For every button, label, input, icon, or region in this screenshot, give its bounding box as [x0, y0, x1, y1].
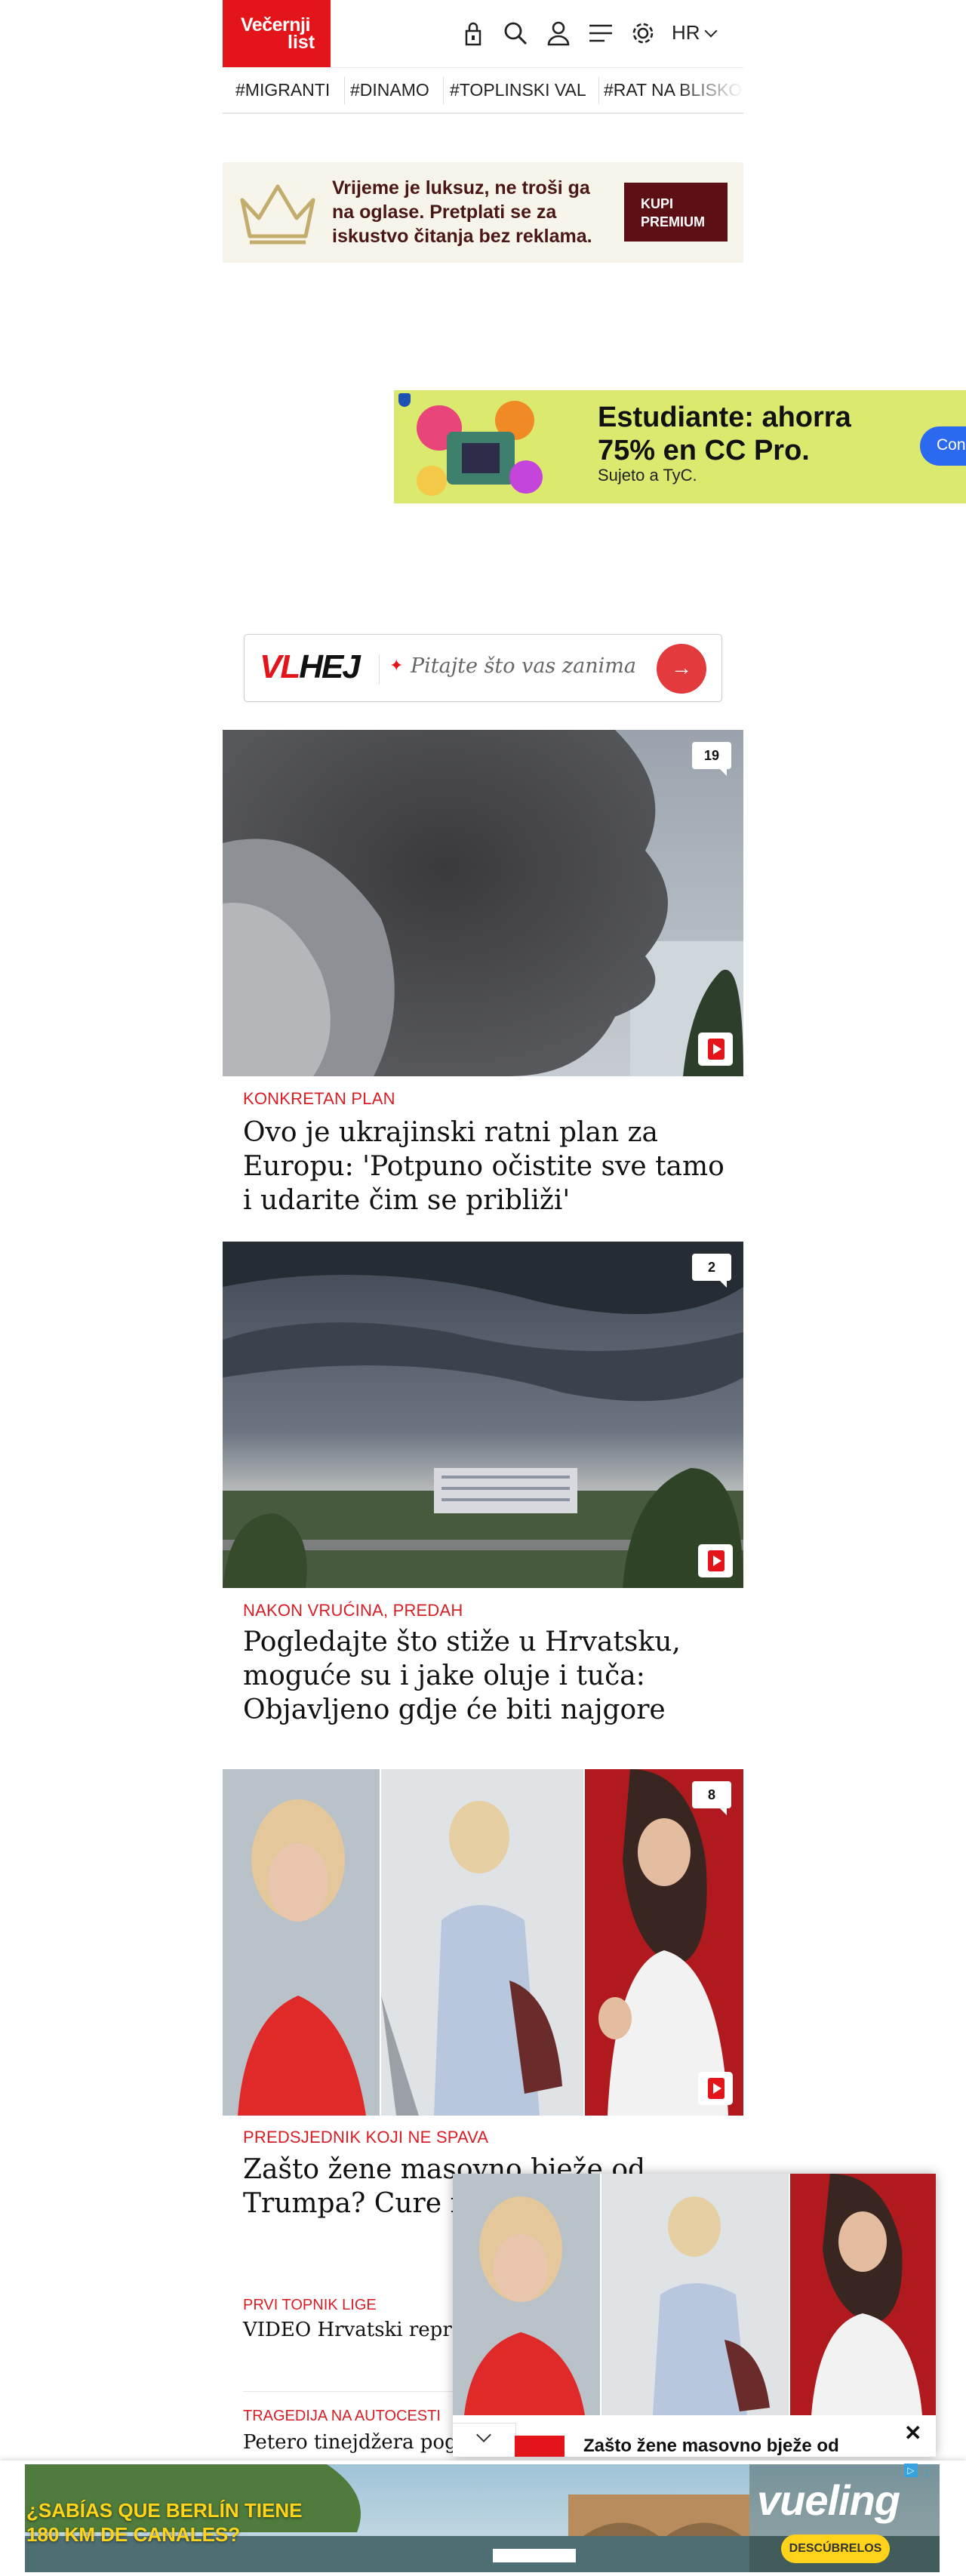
article-image[interactable]: 19: [223, 730, 743, 1076]
submit-arrow-button[interactable]: →: [657, 644, 706, 694]
bottom-ad-text: ¿SABÍAS QUE BERLÍN TIENE 180 KM DE CANAL…: [26, 2498, 302, 2547]
ad-subtitle: Sujeto a TyC.: [598, 466, 697, 485]
premium-text: Vrijeme je luksuz, ne troši ga na oglase…: [332, 177, 592, 247]
ad-options-icon[interactable]: ⋮: [919, 2461, 934, 2479]
ad-artwork: [417, 401, 543, 496]
popup-video-frame: [453, 2174, 936, 2415]
vlhej-logo-hej: HEJ: [299, 648, 361, 685]
floating-video-popup[interactable]: Zašto žene masovno bježe od ✕: [453, 2174, 936, 2457]
ad-cta-button[interactable]: Con: [920, 426, 966, 466]
ad-title: Estudiante: ahorra 75% en CC Pro.: [598, 402, 851, 466]
article-kicker[interactable]: NAKON VRUĆINA, PREDAH: [243, 1601, 463, 1620]
language-selector[interactable]: HR: [672, 21, 718, 45]
ad-banner-cc[interactable]: Estudiante: ahorra 75% en CC Pro. Sujeto…: [394, 390, 966, 503]
article-kicker[interactable]: PRVI TOPNIK LIGE: [243, 2297, 377, 2314]
tag-item[interactable]: #TOPLINSKI VAL: [450, 80, 586, 100]
vlhej-divider: [379, 654, 380, 685]
tag-bar: #MIGRANTI #DINAMO #TOPLINSKI VAL #RAT NA…: [223, 67, 743, 114]
bottom-ad-line2: 180 KM DE CANALES?: [26, 2523, 241, 2546]
article-image[interactable]: 8: [223, 1769, 743, 2116]
vlhej-placeholder[interactable]: Pitajte što vas zanima: [411, 654, 636, 678]
vlhej-logo: VLHEJ: [260, 648, 361, 686]
bottom-ad-cta-button[interactable]: DESCÚBRELOS: [781, 2534, 890, 2563]
premium-banner: Vrijeme je luksuz, ne troši ga na oglase…: [223, 162, 743, 263]
tag-item[interactable]: #MIGRANTI: [235, 80, 330, 100]
vueling-logo: vueling: [757, 2476, 900, 2524]
close-icon[interactable]: ✕: [904, 2421, 921, 2445]
search-icon[interactable]: [500, 18, 531, 48]
article-headline[interactable]: Pogledajte što stiže u Hrvatsku, moguće …: [243, 1625, 726, 1727]
buy-premium-button[interactable]: KUPI PREMIUM: [624, 183, 728, 242]
video-play-icon[interactable]: [698, 1544, 733, 1577]
tag-fade: [675, 68, 743, 112]
sparkle-icon: ✦: [389, 656, 404, 675]
language-label: HR: [672, 21, 700, 44]
article-image[interactable]: 2: [223, 1242, 743, 1588]
chevron-down-icon: [476, 2427, 491, 2442]
crown-icon: [240, 184, 315, 245]
popup-thumbnail: [515, 2436, 565, 2457]
adchoices-icon[interactable]: ▷: [904, 2464, 918, 2477]
menu-icon[interactable]: [586, 18, 616, 48]
article-kicker[interactable]: PREDSJEDNIK KOJI NE SPAVA: [243, 2128, 488, 2147]
user-icon[interactable]: [543, 18, 574, 48]
arrow-right-icon: →: [671, 656, 692, 679]
video-play-icon[interactable]: [698, 1033, 733, 1066]
tag-divider: [344, 77, 345, 104]
article-headline[interactable]: Ovo je ukrajinski ratni plan za Europu: …: [243, 1116, 726, 1217]
storm-clouds-photo: [223, 1242, 743, 1588]
chevron-down-icon: [704, 24, 718, 38]
article-kicker[interactable]: TRAGEDIJA NA AUTOCESTI: [243, 2408, 441, 2425]
lock-icon[interactable]: [458, 18, 488, 48]
tag-divider: [443, 77, 444, 104]
site-header: Večernji list HR: [223, 0, 743, 67]
popup-collapse-button[interactable]: [453, 2423, 516, 2457]
tag-divider: [598, 77, 599, 104]
tag-item[interactable]: #DINAMO: [350, 80, 429, 100]
popup-title[interactable]: Zašto žene masovno bježe od: [583, 2436, 839, 2457]
women-collage-photo: [223, 1769, 743, 2116]
sticky-bottom-ad[interactable]: ¿SABÍAS QUE BERLÍN TIENE 180 KM DE CANAL…: [0, 2461, 966, 2576]
vlhej-logo-vl: VL: [260, 648, 300, 685]
bottom-ad-line1: ¿SABÍAS QUE BERLÍN TIENE: [26, 2499, 303, 2522]
comment-count-badge[interactable]: 8: [692, 1781, 731, 1815]
smoke-photo: [223, 730, 743, 1076]
gear-icon[interactable]: [628, 18, 658, 48]
comment-count-badge[interactable]: 2: [692, 1254, 731, 1288]
article-kicker[interactable]: KONKRETAN PLAN: [243, 1089, 395, 1109]
video-play-icon[interactable]: [698, 2072, 733, 2105]
logo-line2: list: [288, 32, 315, 53]
vlhej-search-box[interactable]: VLHEJ ✦ Pitajte što vas zanima →: [244, 634, 722, 702]
comment-count-badge[interactable]: 19: [692, 742, 731, 776]
site-logo[interactable]: Večernji list: [223, 0, 331, 67]
popup-video[interactable]: [453, 2174, 936, 2415]
